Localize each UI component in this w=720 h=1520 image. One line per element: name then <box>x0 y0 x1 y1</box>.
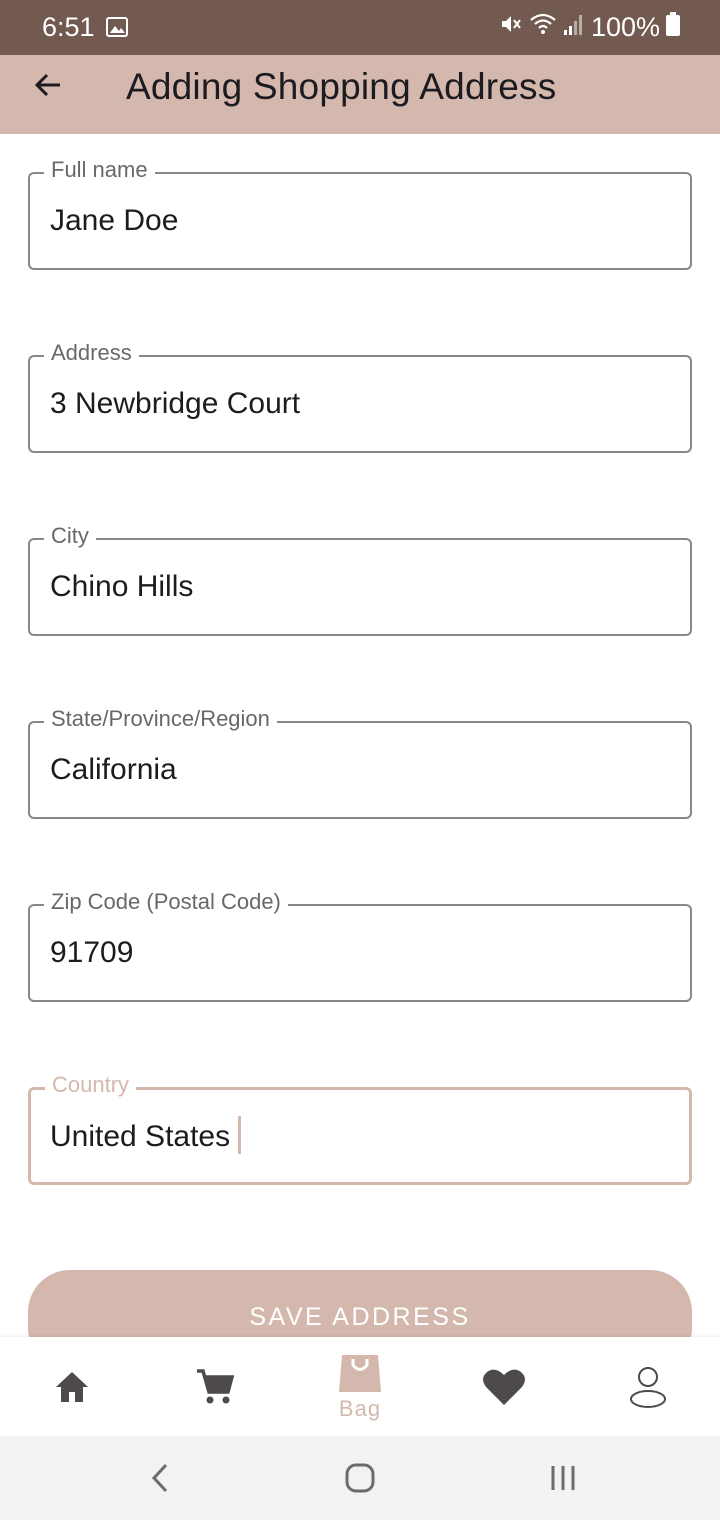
back-button[interactable] <box>26 63 70 107</box>
city-field[interactable]: City Chino Hills <box>28 523 692 636</box>
full-name-label: Full name <box>44 157 155 183</box>
zip-code-field[interactable]: Zip Code (Postal Code) 91709 <box>28 889 692 1002</box>
city-label: City <box>44 523 96 549</box>
text-cursor <box>238 1116 242 1154</box>
system-recents-button[interactable] <box>543 1458 583 1498</box>
signal-icon <box>563 12 585 43</box>
cart-icon <box>197 1368 235 1403</box>
chevron-left-icon <box>151 1463 168 1493</box>
status-time: 6:51 <box>42 12 95 42</box>
profile-icon <box>630 1366 666 1408</box>
battery-icon <box>666 12 680 43</box>
battery-percent: 100% <box>590 12 660 42</box>
city-value: Chino Hills <box>50 570 194 603</box>
state-value: California <box>50 753 177 786</box>
full-name-value: Jane Doe <box>50 204 179 237</box>
country-value: United States <box>50 1119 231 1153</box>
home-square-icon <box>345 1463 375 1493</box>
country-field[interactable]: Country United States <box>28 1072 692 1185</box>
country-label: Country <box>45 1072 137 1098</box>
address-label: Address <box>44 340 139 366</box>
nav-home[interactable] <box>42 1337 102 1436</box>
zip-code-label: Zip Code (Postal Code) <box>44 889 288 915</box>
system-home-button[interactable] <box>340 1458 380 1498</box>
system-nav-bar <box>0 1436 720 1520</box>
address-value: 3 Newbridge Court <box>50 387 301 420</box>
bottom-nav: Bag <box>0 1337 720 1436</box>
home-icon <box>56 1371 88 1402</box>
full-name-field[interactable]: Full name Jane Doe <box>28 157 692 270</box>
nav-favorites[interactable] <box>474 1337 534 1436</box>
image-notification-icon <box>106 17 128 42</box>
nav-bag-label: Bag <box>338 1395 382 1421</box>
country-value-wrap: United States <box>50 1116 242 1157</box>
address-field[interactable]: Address 3 Newbridge Court <box>28 340 692 453</box>
arrow-left-icon <box>34 73 60 97</box>
recents-icon <box>551 1466 575 1490</box>
state-label: State/Province/Region <box>44 706 277 732</box>
page-title: Adding Shopping Address <box>126 66 557 107</box>
status-bar: 6:51 100% <box>0 0 720 55</box>
mute-icon <box>499 12 523 43</box>
nav-cart[interactable] <box>184 1337 246 1436</box>
bag-icon <box>339 1354 381 1392</box>
app-bar: Adding Shopping Address <box>0 55 720 134</box>
status-icons: 100% <box>499 12 680 43</box>
nav-profile[interactable] <box>618 1337 678 1436</box>
zip-code-value: 91709 <box>50 936 134 969</box>
wifi-icon <box>529 12 557 43</box>
system-back-button[interactable] <box>140 1458 180 1498</box>
nav-bag[interactable]: Bag <box>318 1337 402 1436</box>
state-field[interactable]: State/Province/Region California <box>28 706 692 819</box>
heart-icon <box>483 1369 525 1405</box>
